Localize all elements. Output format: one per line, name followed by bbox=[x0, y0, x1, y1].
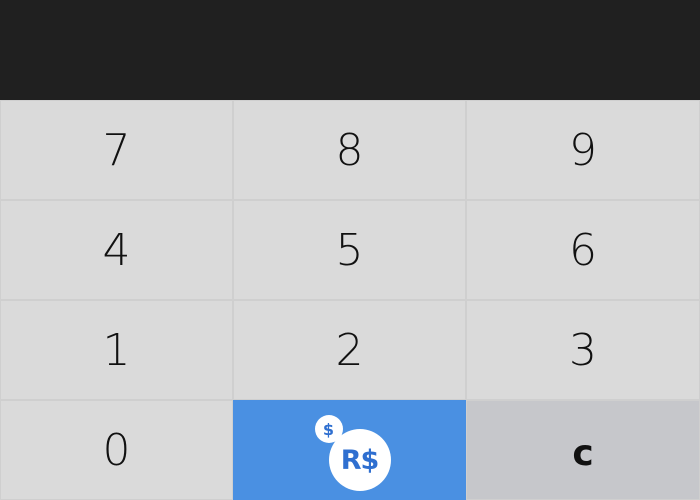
robux-coin-icon: R$ $ bbox=[305, 405, 395, 495]
key-8[interactable]: 8 bbox=[233, 100, 466, 200]
robux-coin-label: R$ bbox=[340, 444, 380, 476]
key-2[interactable]: 2 bbox=[233, 300, 466, 400]
key-6[interactable]: 6 bbox=[466, 200, 700, 300]
key-9[interactable]: 9 bbox=[466, 100, 700, 200]
key-0[interactable]: 0 bbox=[0, 400, 233, 500]
currency-button[interactable]: R$ $ bbox=[233, 400, 466, 500]
keypad: 7 8 9 4 5 6 1 2 3 0 R$ $ c bbox=[0, 100, 700, 500]
key-1[interactable]: 1 bbox=[0, 300, 233, 400]
key-3[interactable]: 3 bbox=[466, 300, 700, 400]
dollar-badge-icon: $ bbox=[314, 415, 343, 443]
key-4[interactable]: 4 bbox=[0, 200, 233, 300]
key-5[interactable]: 5 bbox=[233, 200, 466, 300]
key-7[interactable]: 7 bbox=[0, 100, 233, 200]
calculator-app: 7 8 9 4 5 6 1 2 3 0 R$ $ c bbox=[0, 0, 700, 500]
dollar-badge-label: $ bbox=[322, 419, 335, 439]
clear-button[interactable]: c bbox=[466, 400, 700, 500]
display-panel bbox=[0, 0, 700, 100]
